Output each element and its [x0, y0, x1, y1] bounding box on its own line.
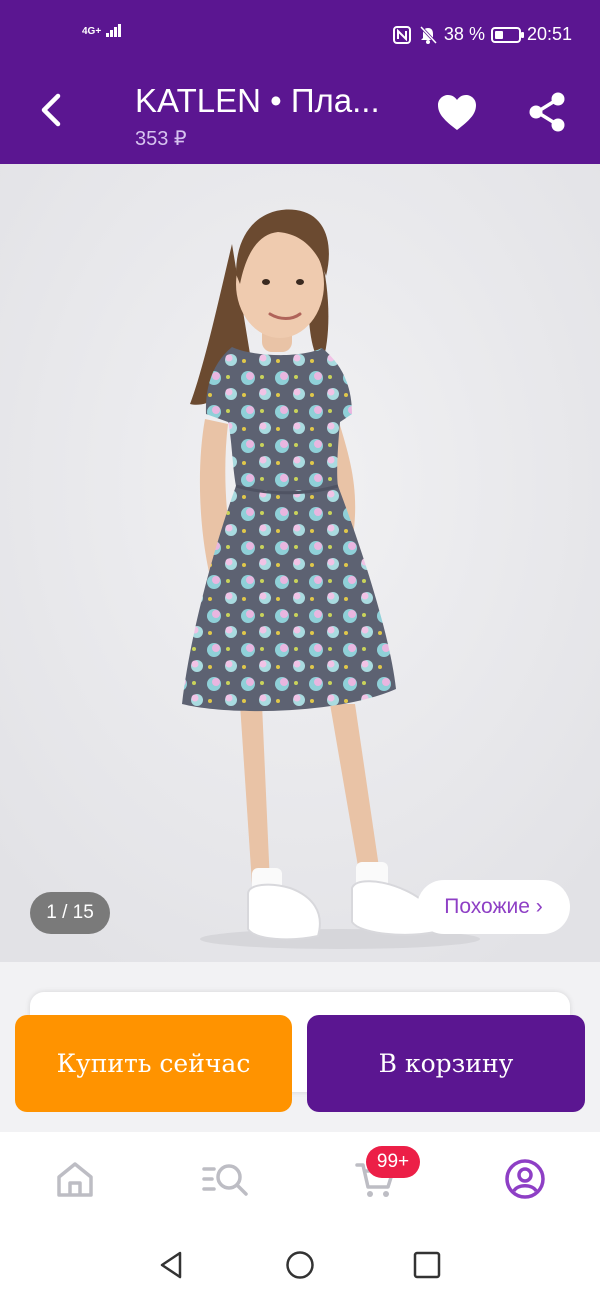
nav-home[interactable]: [53, 1157, 97, 1201]
square-recents-icon: [413, 1251, 441, 1279]
similar-button[interactable]: Похожие ›: [417, 880, 570, 934]
add-to-cart-button[interactable]: В корзину: [307, 1015, 585, 1112]
buy-now-button[interactable]: Купить сейчас: [15, 1015, 292, 1112]
home-icon: [57, 1162, 93, 1197]
product-price: 353 ₽: [135, 128, 187, 150]
triangle-back-icon: [160, 1251, 182, 1279]
bottom-navigation: 99+: [0, 1132, 600, 1227]
clock: 20:51: [526, 24, 572, 44]
product-title: KATLEN • Пла...: [135, 82, 380, 119]
nav-catalog[interactable]: [202, 1157, 248, 1201]
circle-home-icon: [286, 1251, 314, 1279]
image-counter: 1 / 15: [30, 892, 110, 934]
signal-icon: 4G+: [82, 24, 122, 37]
battery-percent: 38 %: [443, 24, 485, 44]
share-icon: [529, 92, 565, 132]
network-type: 4G+: [82, 26, 102, 37]
catalog-search-icon: [202, 1164, 248, 1196]
system-home-button[interactable]: [284, 1249, 316, 1281]
system-back-button[interactable]: [156, 1249, 188, 1281]
status-indicators: 38 % 20:51: [392, 24, 572, 45]
nfc-icon: [392, 25, 411, 44]
back-arrow-icon: [41, 93, 61, 127]
profile-icon: [505, 1159, 545, 1199]
heart-icon: [438, 95, 476, 130]
mute-bell-icon: [419, 25, 438, 44]
app-bar: KATLEN • Пла... 353 ₽: [0, 62, 600, 164]
favorite-button[interactable]: [434, 90, 480, 136]
share-button[interactable]: [524, 89, 570, 135]
back-button[interactable]: [30, 88, 74, 132]
status-bar: 4G+ 38 % 20:51: [0, 0, 600, 62]
system-navigation-bar: [0, 1227, 600, 1299]
product-photo: [0, 164, 600, 962]
system-recents-button[interactable]: [411, 1249, 443, 1281]
nav-profile[interactable]: [503, 1157, 547, 1201]
product-gallery[interactable]: 1 / 15 Похожие ›: [0, 164, 600, 962]
battery-icon: [490, 26, 524, 43]
cart-badge: 99+: [366, 1146, 420, 1178]
